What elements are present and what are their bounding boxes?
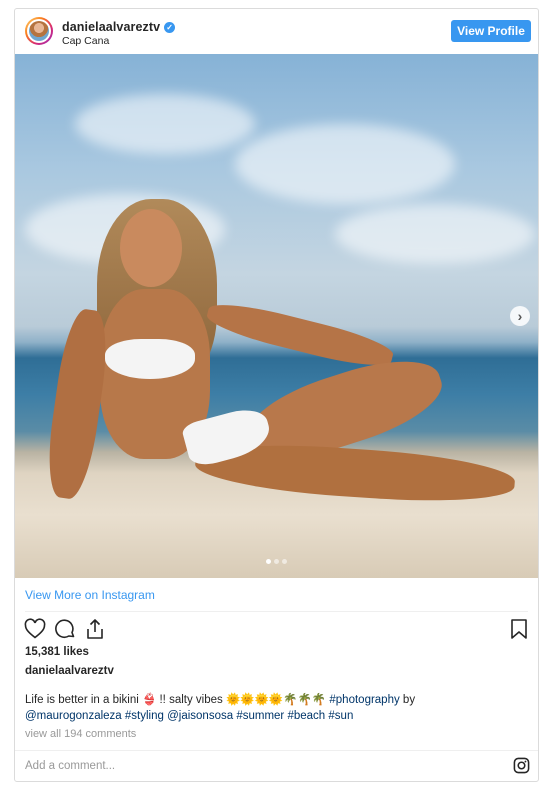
photo-face [120,209,182,287]
divider [15,750,538,751]
like-count[interactable]: 15,381 likes [25,646,89,658]
photo-cloud [235,124,455,204]
hashtag-link[interactable]: #summer [236,710,284,722]
share-icon[interactable] [83,617,107,641]
mention-link[interactable]: @jaisonsosa [167,710,233,722]
post-photo[interactable]: › [15,54,538,578]
action-bar [23,617,530,643]
username-link[interactable]: danielaalvareztv ✓ [62,20,176,34]
bookmark-icon[interactable] [507,617,531,641]
instagram-embed-card: danielaalvareztv ✓ Cap Cana View Profile … [14,8,539,782]
instagram-icon[interactable] [513,757,530,774]
caption-text: Life is better in a bikini 👙 !! salty vi… [25,694,330,706]
comment-icon[interactable] [53,617,77,641]
carousel-dot [274,559,279,564]
hashtag-link[interactable]: #photography [329,694,399,706]
view-profile-button[interactable]: View Profile [451,20,531,42]
hashtag-link[interactable]: #beach [287,710,325,722]
carousel-indicator [266,559,290,565]
avatar-image [29,21,49,41]
verified-badge-icon: ✓ [164,22,176,33]
add-comment-input[interactable]: Add a comment... [25,760,115,772]
view-all-comments-link[interactable]: view all 194 comments [25,728,136,740]
mention-link[interactable]: @maurogonzaleza [25,710,122,722]
avatar[interactable] [25,17,53,45]
post-caption: Life is better in a bikini 👙 !! salty vi… [25,692,525,724]
hashtag-link[interactable]: #styling [125,710,164,722]
photo-right-arm [203,296,397,374]
avatar-ring [27,19,51,43]
heart-icon[interactable] [23,617,47,641]
caption-text: by [399,694,416,706]
carousel-dot [266,559,271,564]
post-header: danielaalvareztv ✓ Cap Cana View Profile [15,9,538,54]
username[interactable]: danielaalvareztv [62,20,160,34]
photo-cloud [75,94,255,154]
carousel-next-icon[interactable]: › [510,306,530,326]
carousel-dot [282,559,287,564]
hashtag-link[interactable]: #sun [328,710,353,722]
location-link[interactable]: Cap Cana [62,35,109,47]
caption-username[interactable]: danielaalvareztv [25,665,114,677]
view-more-on-instagram-link[interactable]: View More on Instagram [25,588,155,602]
divider [25,611,528,612]
photo-cloud [335,204,535,264]
photo-bikini-top [105,339,195,379]
